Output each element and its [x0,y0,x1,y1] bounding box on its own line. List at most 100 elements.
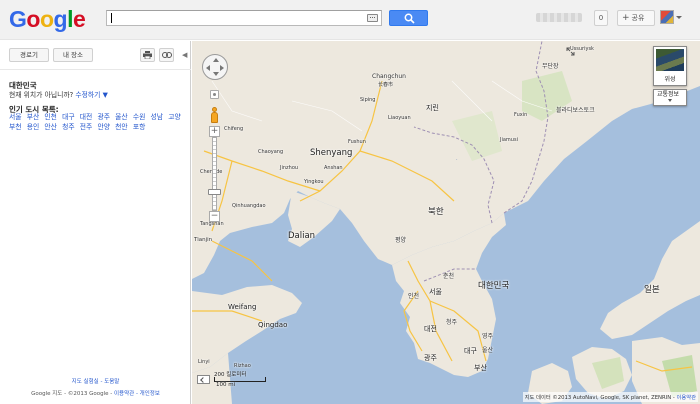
zoom-ticks [213,138,216,210]
collapse-panel-icon[interactable]: ◀ [182,51,187,59]
city-link[interactable]: 청주 [62,123,75,131]
search-icon [404,13,415,24]
pan-right-icon[interactable] [220,65,224,71]
my-places-button[interactable]: 내 장소 [53,48,93,62]
text-cursor [111,13,112,23]
map-canvas[interactable]: Changchun 长春市 지린 Siping Liaoyuan Chifeng… [192,41,700,404]
minimap-toggle-icon[interactable] [197,375,210,384]
traffic-button[interactable]: 교통정보 [653,89,687,106]
map-label-fushun: Fushun [348,139,366,145]
map-tiles[interactable] [192,41,700,404]
map-label-tianjin: Tianjin [194,237,213,243]
city-link[interactable]: 울산 [115,113,128,121]
map-label-south-korea: 대한민국 [478,281,510,291]
footer-links[interactable]: 지도 실험실 - 도움말 [0,377,191,385]
map-label-japan: 일본 [644,285,660,295]
map-label-east-sea-note: · [456,157,458,163]
search-input[interactable] [110,12,360,24]
footer-copy-text: - ©2013 Google - [64,391,113,397]
pegman-icon[interactable] [209,107,220,125]
city-link[interactable]: 대전 [80,113,93,121]
my-location-button[interactable] [210,90,219,99]
map-label-fuxin: Fuxin [514,112,528,118]
map-label-ulsan: 울산 [482,347,494,354]
satellite-view-button[interactable]: 위성 [653,46,687,86]
directions-button[interactable]: 경로기 [9,48,49,62]
map-label-incheon: 인천 [408,293,420,300]
map-label-gwangju: 광주 [424,354,437,362]
city-link[interactable]: 광주 [97,113,110,121]
caret-down-icon[interactable]: ▼ [103,91,108,99]
zoom-slider-track[interactable] [212,137,217,211]
search-button[interactable] [389,10,428,26]
chevron-down-icon [668,99,672,102]
city-link[interactable]: 안산 [44,123,57,131]
map-label-daejeon: 대전 [424,325,437,333]
map-label-jinzhou: Jinzhou [280,165,299,171]
map-label-north-korea: 북한 [428,207,444,217]
city-link[interactable]: 인천 [44,113,57,121]
edit-location-link[interactable]: 수정하기 [75,91,100,99]
expand-icon[interactable] [566,47,575,56]
city-link[interactable]: 부천 [9,123,22,131]
share-label: 공유 [631,14,645,22]
map-label-chuncheon: 춘천 [443,273,455,280]
city-link[interactable]: 대구 [62,113,75,121]
link-button[interactable] [159,48,174,62]
pan-control[interactable] [202,54,228,80]
keyboard-icon[interactable] [367,14,378,22]
print-icon [143,51,152,60]
map-label-changchun: Changchun [372,73,406,80]
pan-down-icon[interactable] [213,72,219,76]
map-label-yeongju: 영주 [482,333,494,340]
map-label-busan: 부산 [474,364,487,372]
pegman-body [211,112,218,123]
logo-letter: G [9,6,27,32]
divider [0,69,191,70]
popular-cities-list: 서울 부산 인천 대구 대전 광주 울산 수원 성남 고양 부천 용인 안산 청… [9,113,184,132]
city-link[interactable]: 천안 [115,123,128,131]
map-label-anshan: Anshan [324,165,343,171]
map-label-dalian: Dalian [288,231,316,241]
city-link[interactable]: 안양 [97,123,110,131]
city-link[interactable]: 수원 [133,113,146,121]
search-box[interactable] [106,10,382,26]
scale-mi-label: 100 mi [216,382,236,388]
zoom-in-button[interactable]: + [209,126,220,137]
map-label-rizhao: Rizhao [234,363,251,369]
account-button[interactable] [660,10,682,26]
city-link[interactable]: 고양 [168,113,181,121]
city-link[interactable]: 서울 [9,113,22,121]
google-logo[interactable]: Google [9,6,86,32]
footer-terms-link[interactable]: 이용약관 - 개인정보 [114,391,160,397]
zoom-out-button[interactable]: − [209,211,220,222]
user-name-blurred[interactable] [536,13,582,22]
city-link[interactable]: 포항 [133,123,146,131]
map-label-shenyang: Shenyang [310,148,353,158]
notification-count-button[interactable]: 0 [594,10,608,26]
share-button[interactable]: + 공유 [617,10,655,26]
map-label-qinhuangdao: Qinhuangdao [232,203,266,209]
map-label-seoul: 서울 [429,288,442,296]
zoom-slider-thumb[interactable] [208,189,221,195]
logo-letter: e [72,6,86,32]
avatar [660,10,674,24]
map-label-linyi: Linyi [198,359,210,365]
map-label-chifeng: Chifeng [224,126,244,132]
city-link[interactable]: 부산 [27,113,40,121]
city-link[interactable]: 성남 [151,113,164,121]
city-link[interactable]: 전주 [80,123,93,131]
scale-bar: 200 킬로미터 100 mi [197,370,267,390]
city-link[interactable]: 용인 [27,123,40,131]
map-terms-link[interactable]: 이용약관 [677,395,697,401]
left-panel: 경로기 내 장소 ◀ 대한민국 현재 위치가 아닙니까? 수정하기 ▼ 인기 도… [0,41,191,404]
pan-up-icon[interactable] [213,58,219,62]
logo-letter: g [53,6,68,32]
map-label-changchun-zh: 长春市 [378,82,394,88]
print-button[interactable] [140,48,155,62]
map-attribution: 지도 데이터 ©2013 AutoNavi, Google, SK planet… [522,392,698,402]
pan-left-icon[interactable] [206,65,210,71]
map-label-harbin-area: 무단장 [542,63,559,70]
chevron-down-icon [676,16,682,19]
map-label-siping: Siping [360,97,376,103]
